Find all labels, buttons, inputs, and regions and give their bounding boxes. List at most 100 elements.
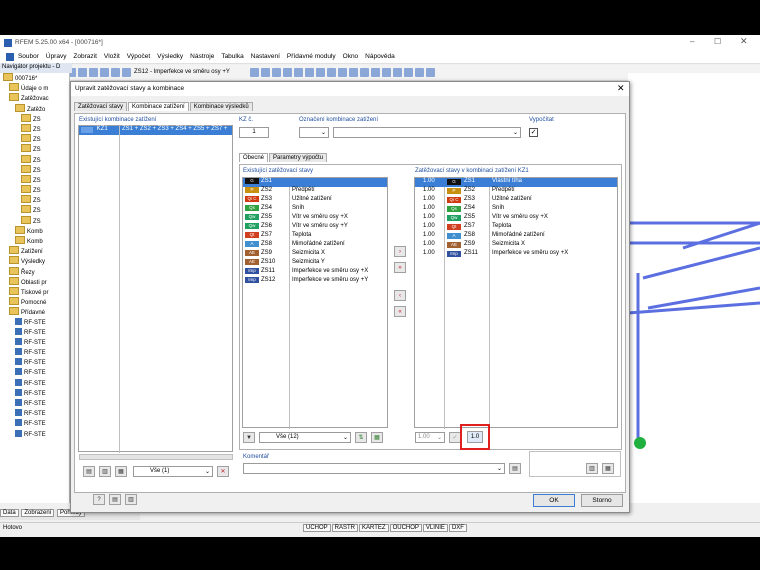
navigator-item[interactable]: Oblasti pr (0, 276, 69, 287)
combination-case-row[interactable]: 1.00 Qs ZS4 Sníh (415, 205, 617, 214)
cancel-button[interactable]: Storno (581, 494, 623, 507)
factor-select[interactable]: 1.00 ⌄ (415, 432, 445, 443)
navigator-item[interactable]: ZS (0, 174, 69, 185)
support-icon[interactable] (403, 68, 413, 77)
load-case-row[interactable]: G ZS1 (243, 178, 387, 187)
navigator-item[interactable]: ZS (0, 113, 69, 124)
tab-parametry-vypoctu[interactable]: Parametry výpočtu (269, 153, 328, 162)
navigator-item[interactable]: RF-STE (0, 429, 69, 440)
navigator-item[interactable]: ZS (0, 185, 69, 195)
navigator-item[interactable]: RF-STE (0, 388, 69, 399)
navigator-item[interactable]: RF-STE (0, 348, 69, 358)
snap-icon[interactable] (315, 68, 325, 77)
copy-combination-icon[interactable]: ▥ (99, 466, 111, 477)
menu-vysledky[interactable]: Výsledky (157, 51, 188, 60)
previous-case-icon[interactable] (249, 68, 259, 77)
comment-input[interactable]: ⌄ (243, 463, 505, 474)
navigator-item[interactable]: Pomocné (0, 297, 69, 307)
load-case-row[interactable]: Imp ZS11 Imperfekce ve směru osy +X (243, 268, 387, 277)
case-filter-icon[interactable]: ▼ (243, 432, 255, 443)
next-case-icon[interactable] (260, 68, 270, 77)
navigator-item[interactable]: Řezy (0, 266, 69, 277)
case-filter-select[interactable]: Vše (12) ⌄ (259, 432, 351, 443)
view-icon[interactable] (326, 68, 336, 77)
surface-icon[interactable] (392, 68, 402, 77)
navigator-item[interactable]: Zatěžovac (0, 93, 69, 103)
combination-cases-list[interactable]: 1.00 G ZS1 Vlastní tíha 1.00 P ZS2 Předpětí 1.00… (414, 177, 618, 429)
select-all-icon[interactable]: ▦ (371, 432, 383, 443)
navigator-item[interactable]: RF-STE (0, 317, 69, 328)
menu-zobrazit[interactable]: Zobrazit (73, 51, 101, 60)
combination-case-row[interactable]: 1.00 Qt ZS7 Teplota (415, 223, 617, 232)
menu-soubor[interactable]: Soubor (18, 51, 44, 60)
toolbar-load-case-label[interactable]: ZS12 - Imperfekce ve směru osy +Y (134, 69, 230, 75)
tab-kombinace-zatizeni[interactable]: Kombinace zatížení (128, 102, 189, 111)
set-factor-1-button[interactable]: 1.0 (467, 431, 483, 443)
load-case-row[interactable]: Qs ZS4 Sníh (243, 205, 387, 214)
load-case-row[interactable]: AE ZS9 Seizmicita X (243, 250, 387, 259)
table-icon[interactable] (111, 68, 120, 77)
horizontal-scrollbar[interactable] (79, 454, 233, 460)
navigator-item[interactable]: 000716* (0, 73, 69, 83)
navigator-item[interactable]: RF-STE (0, 378, 69, 389)
navigator-item[interactable]: ZS (0, 195, 69, 205)
designation-type-select[interactable]: ⌄ (299, 127, 329, 138)
export-icon[interactable]: ▦ (602, 463, 614, 474)
new-combination-icon[interactable]: ▤ (83, 466, 95, 477)
nav-tab-data[interactable]: Data (0, 509, 19, 517)
navigator-item[interactable]: Komb (0, 225, 69, 236)
display-icon[interactable] (271, 68, 281, 77)
measure-icon[interactable] (348, 68, 358, 77)
maximize-button[interactable]: ☐ (714, 37, 721, 46)
navigator-item[interactable]: ZS (0, 164, 69, 175)
navigator-item[interactable]: ZS (0, 123, 69, 134)
navigator-item[interactable]: ZS (0, 144, 69, 154)
combination-case-row[interactable]: 1.00 AE ZS9 Seizmicita X (415, 241, 617, 250)
navigator-item[interactable]: ZS (0, 205, 69, 215)
close-button[interactable]: ✕ (740, 36, 748, 47)
navigator-item[interactable]: ZS (0, 154, 69, 165)
status-vlinie-button[interactable]: VLINIE (422, 524, 448, 532)
status-rastr-button[interactable]: RASTR (331, 524, 359, 532)
navigator-item[interactable]: Tiskové pr (0, 286, 69, 297)
member-icon[interactable] (370, 68, 380, 77)
load-case-row[interactable]: Qt ZS7 Teplota (243, 232, 387, 241)
navigator-item[interactable]: RF-STE (0, 327, 69, 338)
info-icon[interactable]: ▤ (109, 494, 121, 505)
zoom-icon[interactable] (78, 68, 87, 77)
menu-tabulka[interactable]: Tabulka (221, 51, 248, 60)
load-case-row[interactable]: A ZS8 Mimořádné zatížení (243, 241, 387, 250)
hinge-icon[interactable] (414, 68, 424, 77)
results-icon[interactable] (100, 68, 109, 77)
render-icon[interactable] (293, 68, 303, 77)
tab-zatezovaci-stavy[interactable]: Zatěžovací stavy (74, 102, 128, 111)
remove-all-cases-button[interactable]: « (394, 306, 406, 317)
menu-okno[interactable]: Okno (343, 51, 364, 60)
status-dxf-button[interactable]: DXF (448, 524, 467, 532)
calculate-checkbox[interactable]: ✓ (529, 128, 538, 137)
navigator-item[interactable]: RF-STE (0, 337, 69, 348)
combination-case-row[interactable]: 1.00 Imp ZS11 Imperfekce ve směru osy +X (415, 250, 617, 259)
load-case-row[interactable]: P ZS2 Předpětí (243, 187, 387, 196)
navigator-item[interactable]: RF-STE (0, 409, 69, 419)
nav-tab-zobrazeni[interactable]: Zobrazení (21, 509, 55, 517)
left-filter-select[interactable]: Vše (1) ⌄ (133, 466, 213, 477)
navigator-item[interactable]: ZS (0, 134, 69, 144)
combination-case-row[interactable]: 1.00 A ZS8 Mimořádné zatížení (415, 232, 617, 241)
navigator-item[interactable]: Výsledky (0, 256, 69, 266)
export-icon[interactable] (425, 68, 435, 77)
combination-case-row[interactable]: 1.00 G ZS1 Vlastní tíha (415, 178, 617, 187)
load-case-row[interactable]: Imp ZS12 Imperfekce ve směru osy +Y (243, 277, 387, 286)
existing-cases-list[interactable]: G ZS1 P ZS2 Předpětí Qi C ZS3 Užitné zatížení Qs… (242, 177, 388, 429)
sort-icon[interactable]: ⇅ (355, 432, 367, 443)
existing-combinations-list[interactable]: KZ1 ZS1 + ZS2 + ZS3 + ZS4 + ZS5 + ZS7 + (78, 125, 233, 453)
navigator-item[interactable]: RF-STE (0, 368, 69, 378)
combination-case-row[interactable]: 1.00 Qi C ZS3 Užitné zatížení (415, 196, 617, 205)
calculate-icon[interactable] (89, 68, 98, 77)
load-case-icon[interactable] (122, 68, 131, 77)
navigator-item[interactable]: RF-STE (0, 419, 69, 429)
navigator-item[interactable]: Údaje o m (0, 83, 69, 93)
navigator-item[interactable]: Komb (0, 236, 69, 246)
comment-library-icon[interactable]: ▤ (509, 463, 521, 474)
designation-input[interactable]: ⌄ (333, 127, 521, 138)
